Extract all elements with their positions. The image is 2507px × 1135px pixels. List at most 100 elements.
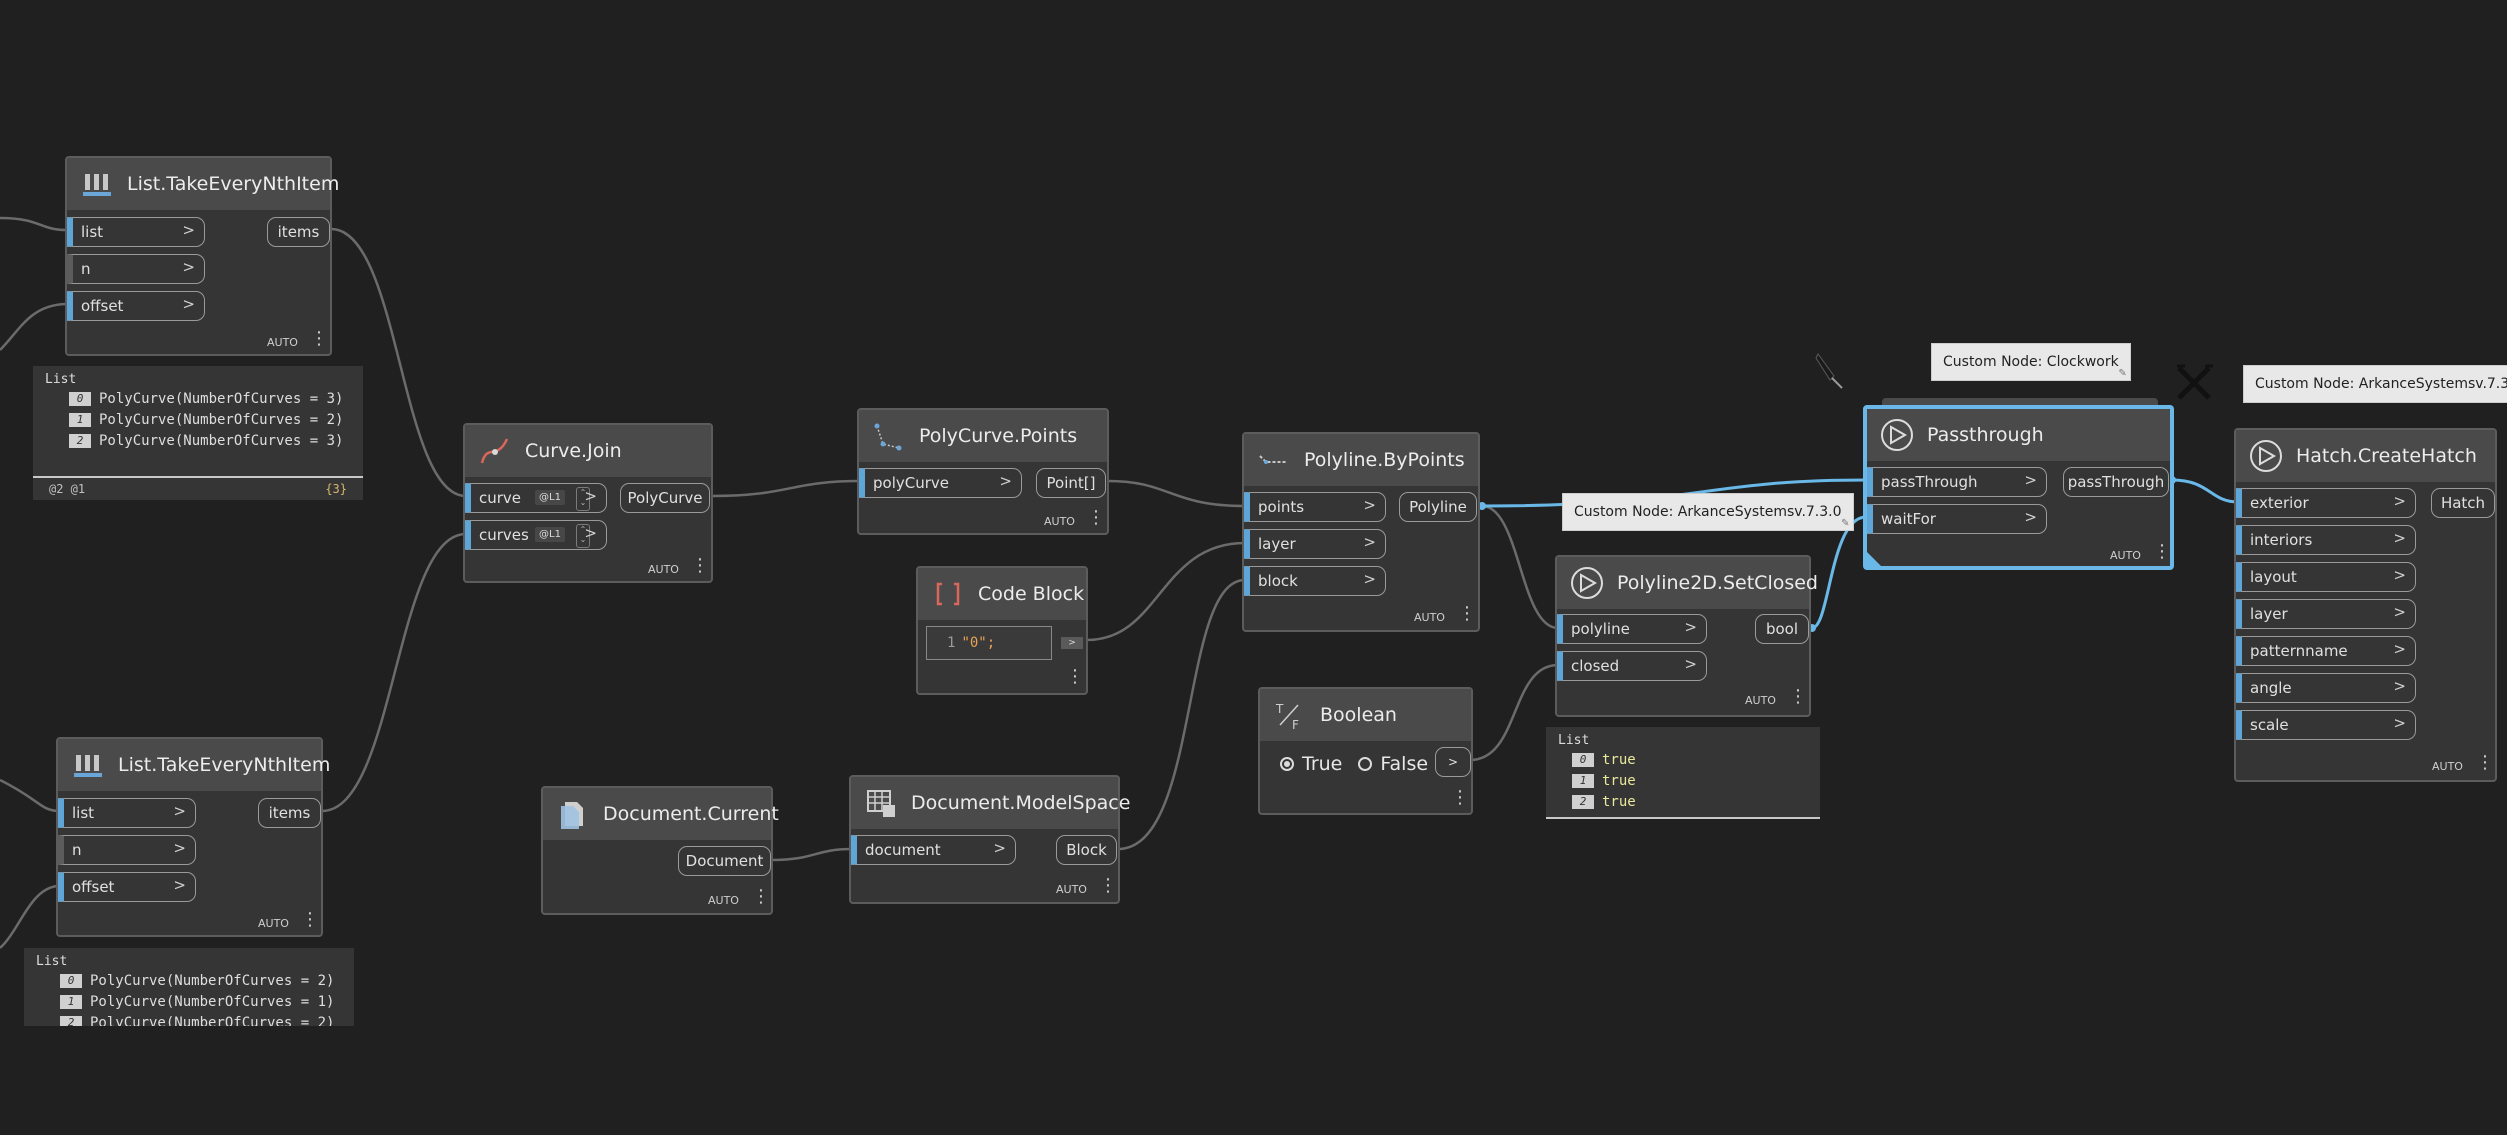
node-header[interactable]: PolyCurve.Points	[859, 410, 1107, 462]
code-editor-input[interactable]: 1 "0";	[926, 626, 1052, 660]
more-options-icon[interactable]: ⋮	[752, 888, 770, 906]
preview-bubble-take2[interactable]: List 0 PolyCurve(NumberOfCurves = 2) 1 Pol…	[24, 948, 354, 1026]
input-port-offset[interactable]: offset >	[67, 291, 205, 321]
output-port-polyline[interactable]: Polyline	[1399, 492, 1477, 522]
node-polyline-by-points[interactable]: Polyline.ByPoints points > layer > block > …	[1242, 432, 1480, 632]
node-polyline2d-setclosed[interactable]: Polyline2D.SetClosed polyline > closed > b…	[1555, 555, 1818, 717]
chevron-right-icon: >	[173, 839, 186, 857]
chevron-right-icon: >	[584, 487, 597, 505]
more-options-icon[interactable]: ⋮	[1099, 877, 1117, 895]
list-value: true	[1602, 793, 1636, 810]
wire-boolean-to-setclosed-closed	[1469, 663, 1559, 762]
more-options-icon[interactable]: ⋮	[301, 911, 319, 929]
node-title: Polyline2D.SetClosed	[1617, 572, 1818, 594]
node-header[interactable]: Document.Current	[543, 788, 779, 840]
node-take-every-nth-item-1[interactable]: List.TakeEveryNthItem list > n > offset > i…	[65, 156, 339, 356]
input-port-curves[interactable]: curves @L1 ⌃ ⌄ >	[465, 520, 607, 550]
wire-code-block-to-polyline-layer	[1086, 541, 1246, 642]
node-hatch-create-hatch[interactable]: Hatch.CreateHatch exterior > interiors > l…	[2234, 428, 2497, 782]
node-boolean[interactable]: T F Boolean True False > ⋮	[1258, 687, 1473, 815]
node-header[interactable]: Document.ModelSpace	[851, 777, 1130, 829]
output-port-boolean[interactable]: >	[1435, 747, 1471, 777]
node-header[interactable]: List.TakeEveryNthItem	[67, 158, 339, 210]
radio-false[interactable]: False	[1358, 753, 1428, 775]
output-port-items[interactable]: items	[267, 217, 330, 247]
node-polycurve-points[interactable]: PolyCurve.Points polyCurve > Point[] AUTO…	[857, 408, 1109, 535]
input-port-layer[interactable]: layer >	[1244, 529, 1386, 559]
more-options-icon[interactable]: ⋮	[1458, 605, 1476, 623]
radio-label: True	[1302, 753, 1343, 775]
svg-text:F: F	[1292, 718, 1299, 732]
output-port-document[interactable]: Document	[678, 846, 771, 876]
input-port-patternname[interactable]: patternname >	[2236, 636, 2416, 666]
input-port-layer[interactable]: layer >	[2236, 599, 2416, 629]
node-header[interactable]: List.TakeEveryNthItem	[58, 739, 330, 791]
node-header[interactable]: Curve.Join	[465, 425, 711, 477]
pin-icon[interactable]: ✎	[1841, 518, 1849, 529]
graph-canvas[interactable]: List.TakeEveryNthItem list > n > offset > i…	[0, 0, 2507, 1135]
output-port-passthrough[interactable]: passThrough	[2063, 467, 2169, 497]
node-take-every-nth-item-2[interactable]: List.TakeEveryNthItem list > n > offset > i…	[56, 737, 330, 937]
output-port-block[interactable]: Block	[1056, 835, 1117, 865]
node-passthrough[interactable]: Passthrough passThrough > waitFor > passTh…	[1863, 405, 2174, 570]
input-port-list[interactable]: list >	[67, 217, 205, 247]
preview-bubble-setclosed[interactable]: List 0 true 1 true 2 true	[1546, 727, 1820, 819]
more-options-icon[interactable]: ⋮	[2476, 754, 2494, 772]
input-port-passthrough[interactable]: passThrough >	[1867, 467, 2047, 497]
input-port-polycurve[interactable]: polyCurve >	[859, 468, 1022, 498]
input-port-document[interactable]: document >	[851, 835, 1016, 865]
more-options-icon[interactable]: ⋮	[310, 330, 328, 348]
input-port-scale[interactable]: scale >	[2236, 710, 2416, 740]
more-options-icon[interactable]: ⋮	[2153, 543, 2171, 561]
lacing-level-badge[interactable]: @L1	[535, 490, 565, 505]
node-header[interactable]: Polyline2D.SetClosed	[1557, 557, 1818, 609]
node-header[interactable]: Hatch.CreateHatch	[2236, 430, 2495, 482]
input-port-curve[interactable]: curve @L1 ⌃ ⌄ >	[465, 483, 607, 513]
resize-corner-icon[interactable]	[1867, 552, 1881, 566]
more-options-icon[interactable]: ⋮	[1451, 789, 1469, 807]
more-options-icon[interactable]: ⋮	[1087, 509, 1105, 527]
input-port-polyline[interactable]: polyline >	[1557, 614, 1707, 644]
output-port-items[interactable]: items	[258, 798, 321, 828]
more-options-icon[interactable]: ⋮	[1066, 668, 1084, 686]
input-port-points[interactable]: points >	[1244, 492, 1386, 522]
output-port-polycurve[interactable]: PolyCurve	[620, 483, 710, 513]
pin-icon[interactable]: ✎	[2118, 368, 2126, 379]
node-header[interactable]: Passthrough	[1867, 409, 2170, 461]
input-port-layout[interactable]: layout >	[2236, 562, 2416, 592]
input-port-interiors[interactable]: interiors >	[2236, 525, 2416, 555]
input-port-waitfor[interactable]: waitFor >	[1867, 504, 2047, 534]
output-port-code[interactable]: >	[1061, 637, 1083, 649]
preview-bubble-take1[interactable]: List 0 PolyCurve(NumberOfCurves = 3) 1 Pol…	[33, 366, 363, 500]
output-port-points[interactable]: Point[]	[1036, 468, 1106, 498]
node-curve-join[interactable]: Curve.Join curve @L1 ⌃ ⌄ > curves @L1 ⌃ ⌄ …	[463, 423, 713, 583]
list-value: PolyCurve(NumberOfCurves = 2)	[99, 411, 344, 428]
wire-modelspace-to-polyline-block	[1117, 578, 1246, 851]
output-port-hatch[interactable]: Hatch	[2431, 488, 2495, 518]
input-port-exterior[interactable]: exterior >	[2236, 488, 2416, 518]
node-header[interactable]: Code Block	[918, 568, 1086, 620]
node-header[interactable]: T F Boolean	[1260, 689, 1471, 741]
radio-true[interactable]: True	[1280, 753, 1342, 775]
more-options-icon[interactable]: ⋮	[691, 557, 709, 575]
tooltip-text: Custom Node: ArkanceSystemsv.7.3.0	[2255, 376, 2507, 392]
chevron-right-icon: >	[182, 258, 195, 276]
lacing-level-badge[interactable]: @L1	[535, 527, 565, 542]
list-index: 0	[1572, 752, 1594, 767]
input-port-n[interactable]: n >	[58, 835, 196, 865]
node-header[interactable]: Polyline.ByPoints	[1244, 434, 1478, 486]
input-port-block[interactable]: block >	[1244, 566, 1386, 596]
list-value: PolyCurve(NumberOfCurves = 3)	[99, 390, 344, 407]
input-port-n[interactable]: n >	[67, 254, 205, 284]
input-port-closed[interactable]: closed >	[1557, 651, 1707, 681]
node-code-block[interactable]: Code Block 1 "0"; > ⋮	[916, 566, 1088, 695]
node-document-modelspace[interactable]: Document.ModelSpace document > Block AUTO…	[849, 775, 1130, 904]
input-port-angle[interactable]: angle >	[2236, 673, 2416, 703]
node-title: List.TakeEveryNthItem	[127, 173, 340, 195]
input-port-list[interactable]: list >	[58, 798, 196, 828]
output-port-bool[interactable]: bool	[1755, 614, 1809, 644]
input-port-offset[interactable]: offset >	[58, 872, 196, 902]
more-options-icon[interactable]: ⋮	[1789, 688, 1807, 706]
node-document-current[interactable]: Document.Current Document AUTO ⋮	[541, 786, 779, 915]
node-title: Curve.Join	[525, 440, 622, 462]
